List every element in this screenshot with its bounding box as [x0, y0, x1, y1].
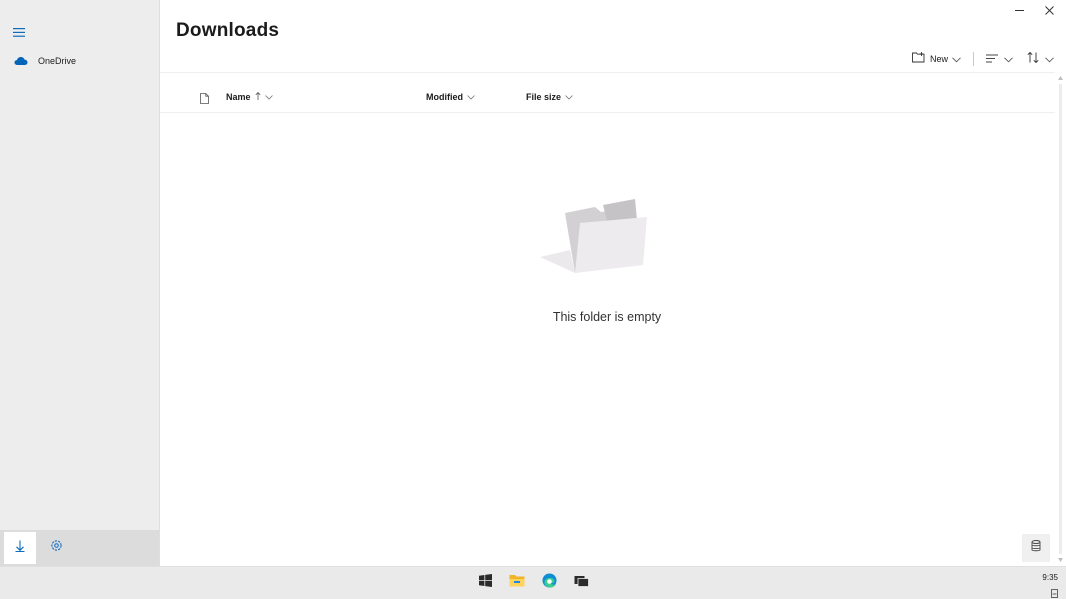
close-icon [1044, 2, 1054, 20]
minimize-icon [1014, 2, 1024, 20]
main-pane: Downloads New Name Modified File size Th… [160, 0, 1066, 566]
new-folder-icon [912, 50, 926, 68]
downloads-button[interactable] [4, 532, 36, 564]
sort-icon [1027, 50, 1039, 68]
taskbar: 9:35 [0, 566, 1066, 599]
file-explorer-button[interactable] [506, 573, 528, 593]
toolbar: New [908, 50, 1058, 68]
file-explorer-icon [509, 574, 525, 592]
close-button[interactable] [1034, 2, 1064, 20]
settings-button[interactable] [40, 532, 72, 564]
sidebar: OneDrive [0, 0, 160, 566]
sort-button[interactable] [1023, 50, 1058, 68]
windows-icon [478, 574, 492, 592]
column-label: File size [526, 92, 562, 102]
chevron-down-icon [565, 92, 573, 102]
taskbar-clock[interactable]: 9:35 [1042, 573, 1058, 582]
cloud-icon [14, 52, 28, 70]
taskbar-apps [474, 573, 602, 593]
download-icon [15, 539, 25, 557]
chevron-down-icon [1004, 50, 1013, 68]
new-button-label: New [929, 54, 948, 64]
sort-ascending-icon [255, 92, 261, 102]
column-label: Modified [426, 92, 463, 102]
column-header-file-size[interactable]: File size [526, 92, 573, 102]
toolbar-divider [973, 52, 974, 66]
database-icon [1031, 539, 1041, 557]
task-view-icon [574, 574, 589, 592]
chevron-down-icon [467, 92, 475, 102]
chevron-down-icon [1045, 50, 1054, 68]
hamburger-menu-icon[interactable] [8, 22, 30, 42]
minimize-button[interactable] [1004, 2, 1034, 20]
storage-button[interactable] [1022, 534, 1050, 562]
vertical-scrollbar[interactable] [1055, 72, 1066, 566]
column-label: Name [226, 92, 251, 102]
settings-icon [50, 539, 63, 557]
page-title: Downloads [176, 20, 280, 41]
column-header-row: Name Modified File size [160, 72, 1055, 113]
column-header-modified[interactable]: Modified [426, 92, 475, 102]
empty-folder-message: This folder is empty [552, 310, 662, 324]
sidebar-item-onedrive[interactable]: OneDrive [0, 50, 159, 72]
list-view-icon [986, 50, 998, 68]
sidebar-item-label: OneDrive [38, 56, 77, 66]
chevron-down-icon [264, 92, 273, 102]
column-header-name[interactable]: Name [226, 92, 273, 102]
chevron-down-icon [952, 50, 961, 68]
task-view-button[interactable] [570, 573, 592, 593]
edge-button[interactable] [538, 573, 560, 593]
new-button[interactable]: New [908, 50, 965, 68]
file-type-icon [200, 91, 209, 109]
sidebar-bottom-bar [0, 530, 159, 566]
empty-folder-icon [535, 199, 655, 283]
notification-icon[interactable] [1051, 585, 1058, 599]
empty-folder-illustration [535, 195, 655, 279]
start-button[interactable] [474, 573, 496, 593]
view-options-button[interactable] [982, 50, 1017, 68]
edge-icon [542, 573, 557, 593]
